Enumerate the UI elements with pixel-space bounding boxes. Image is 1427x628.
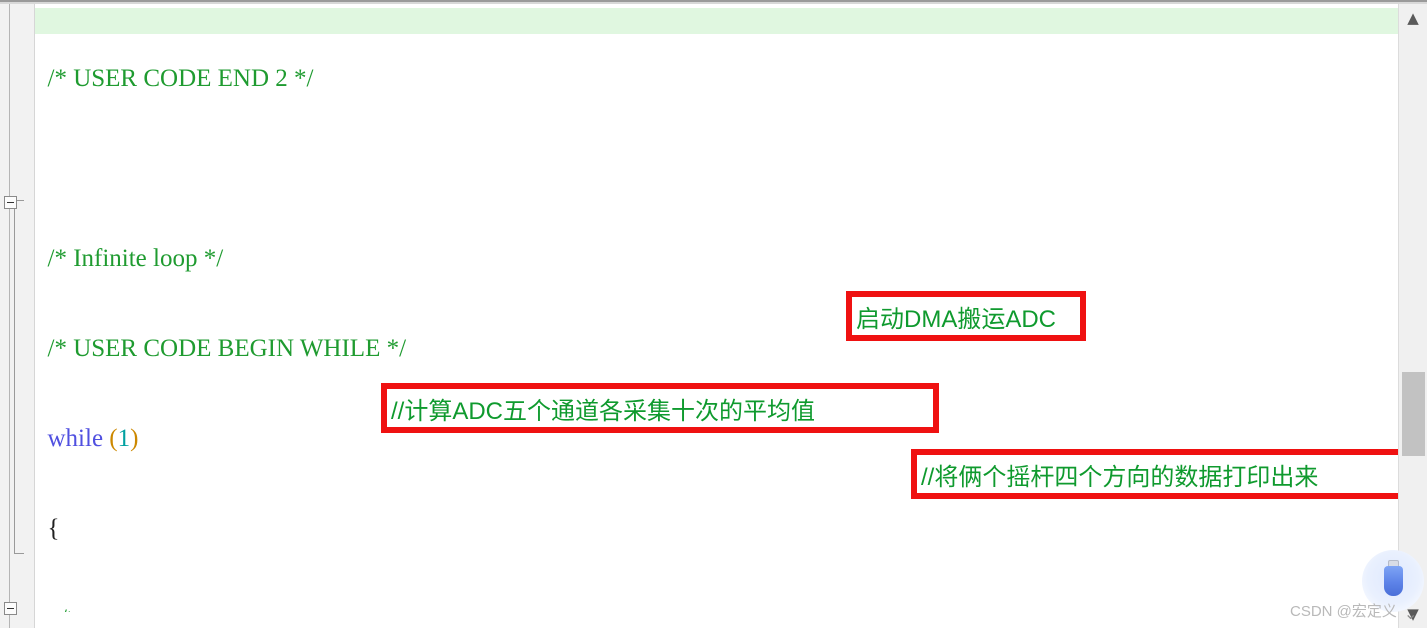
code-line-6: { — [35, 514, 1398, 544]
chevron-down-icon: ⌄ — [1404, 604, 1418, 623]
comment-user-code-end-2: /* USER CODE END 2 */ — [47, 65, 314, 92]
code-line-3: /* Infinite loop */ — [35, 244, 1398, 274]
usb-drive-icon — [1384, 566, 1403, 596]
fold-collapse-icon-while[interactable] — [4, 196, 17, 209]
code-editor-window: /* USER CODE END 2 */ /* Infinite loop *… — [0, 0, 1427, 628]
annotation-box-average: //计算ADC五个通道各采集十次的平均值 — [381, 383, 939, 433]
brace-open-while: { — [47, 515, 60, 542]
code-surface[interactable]: /* USER CODE END 2 */ /* Infinite loop *… — [35, 4, 1398, 612]
gutter-divider-line — [9, 4, 10, 628]
paren-open: ( — [103, 425, 118, 452]
code-text: /* USER CODE END 2 */ /* Infinite loop *… — [35, 4, 1398, 612]
comment-user-code-begin-while: /* USER CODE BEGIN WHILE */ — [47, 335, 407, 362]
annotation-box-printf: //将俩个摇杆四个方向的数据打印出来 — [911, 449, 1427, 499]
fold-collapse-icon-comment[interactable] — [4, 602, 17, 615]
vertical-scrollbar[interactable]: ▲ ▼ — [1398, 4, 1427, 628]
literal-one: 1 — [117, 425, 131, 452]
comment-infinite-loop: /* Infinite loop */ — [47, 245, 224, 272]
paren-close: ) — [130, 425, 139, 452]
editor-bottom-strip — [70, 596, 1398, 612]
csdn-watermark: CSDN @宏定义 — [1290, 603, 1397, 620]
keyword-while: while — [47, 425, 104, 452]
scrollbar-thumb[interactable] — [1402, 372, 1425, 456]
scroll-up-arrow-icon[interactable]: ▲ — [1399, 4, 1427, 32]
code-folding-gutter[interactable] — [0, 4, 35, 628]
fold-region-bracket — [14, 200, 24, 554]
code-line-1: /* USER CODE END 2 */ — [35, 64, 1398, 94]
code-line-2-blank — [35, 154, 1398, 184]
annotation-box-start-dma: 启动DMA搬运ADC — [846, 291, 1086, 341]
code-line-4: /* USER CODE BEGIN WHILE */ — [35, 334, 1398, 364]
